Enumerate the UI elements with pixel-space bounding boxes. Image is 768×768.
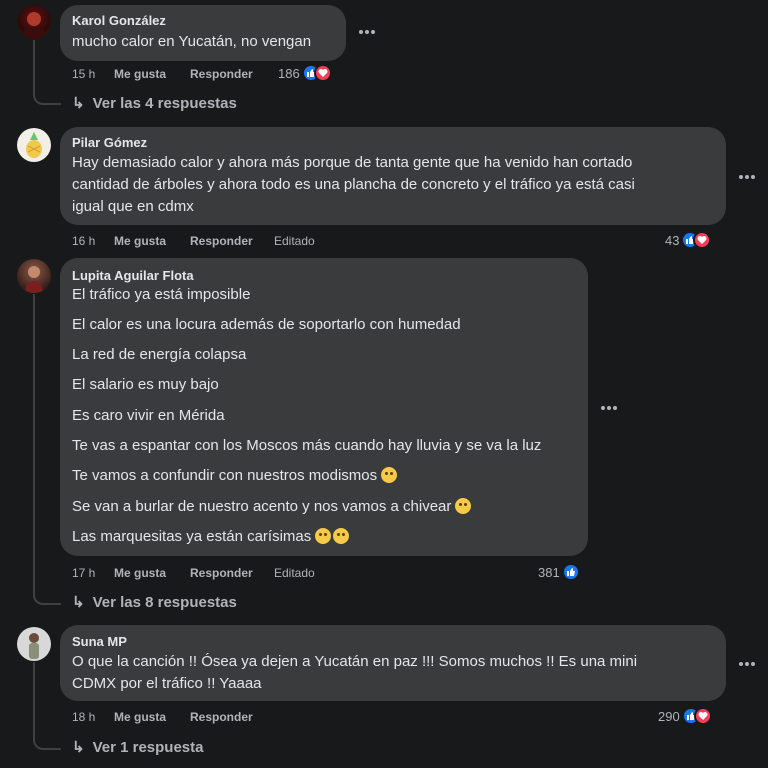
comment-text-with-emoji: Te vamos a confundir con nuestros modism…: [72, 465, 398, 487]
reactions[interactable]: 381: [538, 562, 580, 582]
comment-time[interactable]: 15 h: [72, 67, 95, 81]
reply-arrow-icon: ↳: [72, 95, 85, 112]
thread-line: [33, 40, 61, 105]
comment-meta: 16 h Me gusta Responder Editado: [72, 234, 392, 250]
reaction-count: 43: [665, 232, 680, 248]
reply-button[interactable]: Responder: [190, 710, 253, 724]
pineapple-avatar-icon: [26, 132, 42, 158]
comment-text: O que la canción !! Ósea ya dejen a Yuca…: [72, 653, 638, 670]
comment-author[interactable]: Pilar Gómez: [72, 135, 147, 150]
view-replies-link[interactable]: ↳ Ver 1 respuesta: [72, 738, 204, 757]
comment-text-with-emoji: Se van a burlar de nuestro acento y nos …: [72, 496, 472, 518]
reply-arrow-icon: ↳: [72, 739, 85, 756]
view-replies-label: Ver 1 respuesta: [92, 738, 204, 756]
thread-line: [33, 294, 61, 605]
comment-meta: 18 h Me gusta Responder: [72, 710, 352, 726]
comment-text: La red de energía colapsa: [72, 346, 247, 363]
comment-text: El salario es muy bajo: [72, 376, 219, 393]
view-replies-link[interactable]: ↳ Ver las 8 respuestas: [72, 593, 237, 612]
comment-text: Es caro vivir en Mérida: [72, 407, 225, 424]
like-button[interactable]: Me gusta: [114, 566, 166, 580]
comment-text: Te vas a espantar con los Moscos más cua…: [72, 437, 542, 454]
comment-text: igual que en cdmx: [72, 198, 194, 215]
like-button[interactable]: Me gusta: [114, 67, 166, 81]
more-options-icon[interactable]: [597, 402, 621, 412]
love-reaction-icon: [693, 707, 712, 725]
comment-text-with-emoji: Las marquesitas ya están carísimas: [72, 526, 350, 548]
comment-time[interactable]: 16 h: [72, 234, 95, 248]
thread-line: [33, 662, 61, 750]
reaction-count: 186: [278, 65, 300, 81]
crying-emoji-icon: [315, 528, 332, 544]
reply-arrow-icon: ↳: [72, 594, 85, 611]
reply-button[interactable]: Responder: [190, 566, 253, 580]
confounded-emoji-icon: [455, 498, 472, 514]
comment-time[interactable]: 18 h: [72, 710, 95, 724]
reactions[interactable]: 186: [278, 63, 332, 83]
avatar[interactable]: [17, 627, 51, 661]
comment-bubble: Pilar Gómez Hay demasiado calor y ahora …: [60, 127, 726, 225]
comment-text: El calor es una locura además de soporta…: [72, 316, 461, 333]
comment-text: Las marquesitas ya están carísimas: [72, 528, 312, 545]
more-options-icon[interactable]: [355, 26, 379, 36]
comment-author[interactable]: Karol González: [72, 13, 166, 28]
love-reaction-icon: [693, 231, 712, 249]
comment-text: Te vamos a confundir con nuestros modism…: [72, 467, 378, 484]
comment-text: El tráfico ya está imposible: [72, 286, 251, 303]
view-replies-label: Ver las 8 respuestas: [92, 593, 237, 611]
reactions[interactable]: 43: [665, 230, 712, 250]
comment-author[interactable]: Lupita Aguilar Flota: [72, 268, 194, 283]
comment-meta: 17 h Me gusta Responder Editado: [72, 566, 392, 582]
love-reaction-icon: [313, 64, 332, 82]
comment-text: mucho calor en Yucatán, no vengan: [72, 33, 312, 50]
comment-time[interactable]: 17 h: [72, 566, 95, 580]
avatar-photo-icon: [29, 633, 39, 659]
like-button[interactable]: Me gusta: [114, 234, 166, 248]
reply-button[interactable]: Responder: [190, 234, 253, 248]
sweat-smile-emoji-icon: [381, 467, 398, 483]
reply-button[interactable]: Responder: [190, 67, 253, 81]
avatar-photo-icon: [25, 266, 43, 293]
more-options-icon[interactable]: [735, 171, 759, 181]
avatar-photo-icon: [23, 12, 45, 39]
comment-text: cantidad de árboles y ahora todo es una …: [72, 176, 635, 193]
more-options-icon[interactable]: [735, 658, 759, 668]
comment-author[interactable]: Suna MP: [72, 634, 127, 649]
avatar[interactable]: [17, 128, 51, 162]
laughing-emoji-icon: [333, 528, 350, 544]
comment-text: Hay demasiado calor y ahora más porque d…: [72, 154, 633, 171]
view-replies-link[interactable]: ↳ Ver las 4 respuestas: [72, 94, 237, 113]
edited-label[interactable]: Editado: [274, 566, 315, 580]
reaction-count: 290: [658, 708, 680, 724]
comment-text: CDMX por el tráfico !! Yaaaa: [72, 675, 262, 692]
comment-bubble: Suna MP O que la canción !! Ósea ya deje…: [60, 625, 726, 701]
edited-label[interactable]: Editado: [274, 234, 315, 248]
avatar[interactable]: [17, 5, 51, 39]
comment-bubble: Karol González mucho calor en Yucatán, n…: [60, 5, 346, 61]
reactions[interactable]: 290: [658, 706, 712, 726]
comment-bubble: Lupita Aguilar Flota El tráfico ya está …: [60, 258, 588, 556]
like-button[interactable]: Me gusta: [114, 710, 166, 724]
avatar[interactable]: [17, 259, 51, 293]
view-replies-label: Ver las 4 respuestas: [92, 94, 237, 112]
reaction-count: 381: [538, 564, 560, 580]
like-reaction-icon: [561, 563, 580, 581]
comment-text: Se van a burlar de nuestro acento y nos …: [72, 498, 452, 515]
